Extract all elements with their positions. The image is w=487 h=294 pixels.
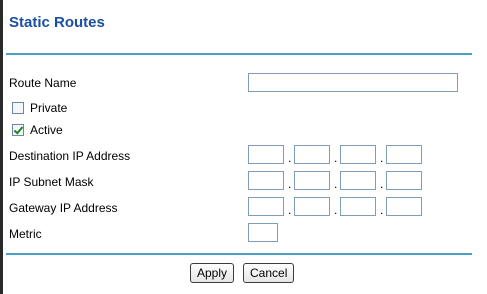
subnet-mask-octet-3[interactable] <box>340 171 376 190</box>
active-row: Active <box>12 123 63 137</box>
private-checkbox[interactable] <box>12 102 24 114</box>
header-divider <box>6 53 472 55</box>
ip-separator: . <box>288 203 292 217</box>
ip-separator: . <box>380 177 384 191</box>
gateway-ip-octet-4[interactable] <box>386 197 422 216</box>
left-border <box>0 0 3 294</box>
gateway-ip-label: Gateway IP Address <box>9 201 118 215</box>
apply-button[interactable]: Apply <box>190 263 235 283</box>
gateway-ip-octet-3[interactable] <box>340 197 376 216</box>
ip-separator: . <box>334 177 338 191</box>
ip-separator: . <box>334 203 338 217</box>
footer-divider <box>6 253 472 255</box>
gateway-ip-octet-1[interactable] <box>248 197 284 216</box>
gateway-ip-octet-2[interactable] <box>294 197 330 216</box>
private-row: Private <box>12 101 67 115</box>
route-name-input[interactable] <box>248 73 458 92</box>
ip-separator: . <box>380 151 384 165</box>
destination-ip-octet-3[interactable] <box>340 145 376 164</box>
destination-ip-octet-2[interactable] <box>294 145 330 164</box>
ip-separator: . <box>288 151 292 165</box>
destination-ip-octet-1[interactable] <box>248 145 284 164</box>
ip-separator: . <box>380 203 384 217</box>
subnet-mask-octet-1[interactable] <box>248 171 284 190</box>
active-label: Active <box>30 123 63 137</box>
metric-label: Metric <box>9 227 42 241</box>
ip-separator: . <box>288 177 292 191</box>
ip-separator: . <box>334 151 338 165</box>
subnet-mask-octet-2[interactable] <box>294 171 330 190</box>
subnet-mask-octet-4[interactable] <box>386 171 422 190</box>
page-title: Static Routes <box>9 14 105 31</box>
subnet-mask-label: IP Subnet Mask <box>9 175 94 189</box>
cancel-button[interactable]: Cancel <box>243 263 295 283</box>
private-label: Private <box>30 101 68 115</box>
route-name-label: Route Name <box>9 76 77 90</box>
active-checkbox[interactable] <box>12 124 24 136</box>
destination-ip-label: Destination IP Address <box>9 149 131 163</box>
destination-ip-octet-4[interactable] <box>386 145 422 164</box>
metric-input[interactable] <box>248 223 278 242</box>
